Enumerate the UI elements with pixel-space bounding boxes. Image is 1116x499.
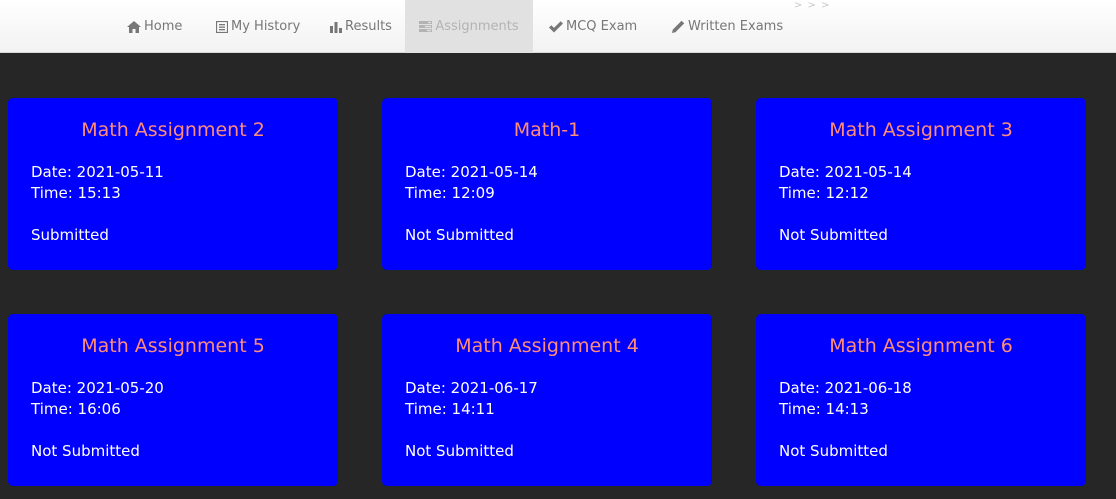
assignment-title: Math Assignment 3 (829, 119, 1013, 141)
assignment-date: Date: 2021-05-11 (31, 163, 164, 181)
assignment-title: Math-1 (513, 119, 581, 141)
top-navbar: Home My History Results Assignments MCQ … (0, 0, 1116, 53)
tasks-icon (419, 21, 433, 32)
assignment-time: Time: 12:09 (405, 184, 495, 202)
assignment-card[interactable]: Math Assignment 3 Date: 2021-05-14 Time:… (756, 98, 1086, 270)
assignment-status: Not Submitted (31, 442, 140, 460)
assignment-status: Not Submitted (779, 226, 888, 244)
assignment-title: Math Assignment 5 (81, 335, 265, 357)
nav-my-history-label: My History (231, 19, 301, 34)
assignment-status: Not Submitted (405, 442, 514, 460)
assignment-title: Math Assignment 6 (829, 335, 1013, 357)
nav-mcq-exam[interactable]: MCQ Exam (549, 0, 637, 53)
assignment-status: Not Submitted (779, 442, 888, 460)
assignment-time: Time: 14:11 (405, 400, 495, 418)
nav-my-history[interactable]: My History (216, 0, 300, 53)
assignment-card[interactable]: Math Assignment 5 Date: 2021-05-20 Time:… (8, 314, 338, 486)
nav-written-exams[interactable]: Written Exams (672, 0, 783, 53)
home-icon (127, 20, 141, 33)
nav-results[interactable]: Results (330, 0, 392, 53)
nav-results-label: Results (345, 19, 392, 34)
pencil-icon (672, 20, 685, 33)
assignment-time: Time: 16:06 (31, 400, 121, 418)
nav-assignments-label: Assignments (435, 19, 519, 34)
assignment-status: Not Submitted (405, 226, 514, 244)
assignment-status: Submitted (31, 226, 109, 244)
check-icon (549, 20, 563, 33)
nav-more-indicator[interactable]: > > > (794, 0, 831, 11)
assignment-time: Time: 15:13 (31, 184, 121, 202)
assignment-time: Time: 14:13 (779, 400, 869, 418)
assignment-date: Date: 2021-05-14 (405, 163, 538, 181)
assignment-date: Date: 2021-06-17 (405, 379, 538, 397)
nav-home[interactable]: Home (127, 0, 182, 53)
assignment-card[interactable]: Math Assignment 2 Date: 2021-05-11 Time:… (8, 98, 338, 270)
nav-home-label: Home (144, 19, 183, 34)
assignment-card[interactable]: Math-1 Date: 2021-05-14 Time: 12:09 Not … (382, 98, 712, 270)
nav-assignments[interactable]: Assignments (405, 0, 533, 53)
bar-chart-icon (330, 21, 342, 33)
assignment-date: Date: 2021-06-18 (779, 379, 912, 397)
assignment-date: Date: 2021-05-14 (779, 163, 912, 181)
assignment-title: Math Assignment 4 (455, 335, 639, 357)
assignment-card[interactable]: Math Assignment 6 Date: 2021-06-18 Time:… (756, 314, 1086, 486)
assignment-title: Math Assignment 2 (81, 119, 265, 141)
nav-mcq-exam-label: MCQ Exam (566, 19, 638, 34)
assignment-time: Time: 12:12 (779, 184, 869, 202)
list-icon (216, 20, 228, 33)
nav-written-exams-label: Written Exams (688, 19, 784, 34)
assignment-date: Date: 2021-05-20 (31, 379, 164, 397)
assignment-card[interactable]: Math Assignment 4 Date: 2021-06-17 Time:… (382, 314, 712, 486)
